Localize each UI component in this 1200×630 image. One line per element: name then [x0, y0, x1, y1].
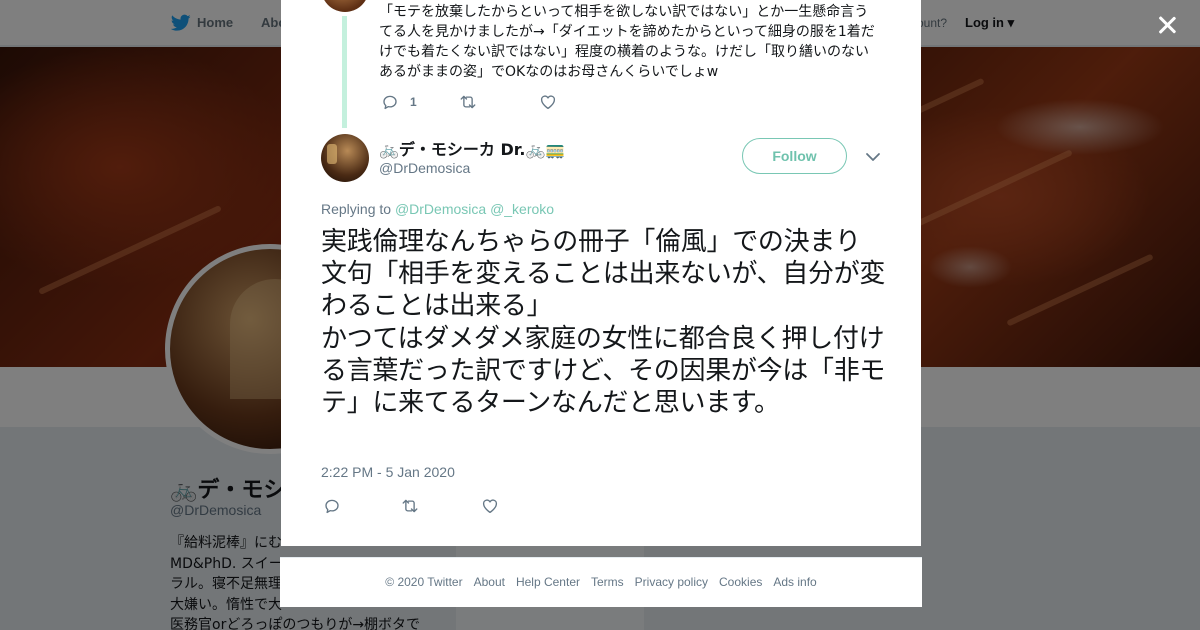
bicycle-icon: 🚲 [525, 140, 546, 159]
mention-link[interactable]: @DrDemosica [395, 201, 486, 217]
parent-tweet-avatar[interactable] [321, 0, 369, 12]
footer: © 2020 Twitter About Help Center Terms P… [280, 557, 922, 607]
tweet-author-handle[interactable]: @DrDemosica [379, 160, 470, 176]
parent-like-button[interactable] [539, 92, 557, 112]
tweet-timestamp[interactable]: 2:22 PM - 5 Jan 2020 [321, 464, 455, 480]
reply-icon [383, 95, 397, 110]
footer-link-terms[interactable]: Terms [591, 575, 624, 589]
reply-count: 1 [410, 95, 417, 109]
footer-link-help-center[interactable]: Help Center [516, 575, 580, 589]
like-button[interactable] [481, 496, 499, 516]
parent-reply-button[interactable]: 1 [381, 92, 417, 112]
footer-links: © 2020 Twitter About Help Center Terms P… [280, 575, 922, 589]
footer-copyright: © 2020 Twitter [385, 575, 463, 589]
tweet-author-name[interactable]: 🚲デ・モシーカ Dr.🚲🚃 [379, 136, 565, 160]
retweet-icon [460, 95, 476, 109]
chevron-down-icon[interactable] [865, 150, 881, 164]
footer-link-cookies[interactable]: Cookies [719, 575, 762, 589]
footer-link-ads-info[interactable]: Ads info [773, 575, 816, 589]
reply-button[interactable] [323, 496, 341, 516]
parent-retweet-button[interactable] [459, 92, 477, 112]
railway-icon: 🚃 [545, 140, 566, 159]
footer-link-privacy[interactable]: Privacy policy [635, 575, 708, 589]
display-name-text: デ・モシーカ Dr. [398, 140, 526, 159]
mention-link[interactable]: @_keroko [490, 201, 554, 217]
replying-to: Replying to @DrDemosica @_keroko [321, 201, 554, 217]
tweet-author-avatar[interactable] [321, 134, 369, 182]
close-icon[interactable] [1154, 12, 1180, 38]
retweet-icon [402, 499, 418, 513]
replying-prefix: Replying to [321, 201, 392, 217]
thread-connector [342, 16, 347, 128]
bicycle-icon: 🚲 [379, 140, 399, 159]
reply-icon [325, 499, 339, 514]
heart-icon [540, 95, 556, 110]
footer-link-about[interactable]: About [474, 575, 505, 589]
retweet-button[interactable] [401, 496, 419, 516]
follow-button[interactable]: Follow [742, 138, 847, 174]
heart-icon [482, 499, 498, 514]
tweet-text: 実践倫理なんちゃらの冊子「倫風」での決まり文句「相手を変えることは出来ないが、自… [321, 227, 886, 419]
tweet-permalink-modal: 「モテを放棄したからといって相手を欲しない訳ではない」とか一生懸命言うてる人を見… [281, 0, 921, 546]
parent-tweet-text: 「モテを放棄したからといって相手を欲しない訳ではない」とか一生懸命言うてる人を見… [379, 4, 875, 80]
